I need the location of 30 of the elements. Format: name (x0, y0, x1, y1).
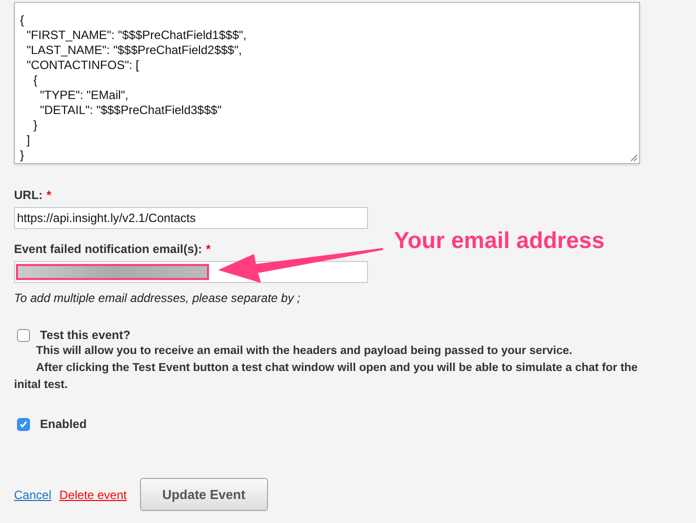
code-line: { (20, 13, 24, 28)
code-line: "DETAIL": "$$$PreChatField3$$$" (39, 103, 222, 118)
code-line: } (32, 118, 38, 133)
arrow-icon (216, 246, 384, 284)
code-line: ] (26, 133, 30, 148)
checkbox[interactable] (17, 328, 30, 342)
required-asterisk: * (46, 187, 52, 204)
hint-text: To add multiple email addresses, please separate by ; (14, 290, 300, 307)
update-event-button[interactable]: Update Event (140, 478, 268, 511)
code-line: "LAST_NAME": "$$$PreChatField2$$$", (26, 43, 242, 58)
description-text: This will allow you to receive an email with the headers and payload being passed to your service. (35, 344, 574, 359)
code-line: } (20, 148, 24, 163)
description-text: After clicking the Test Event button a test chat window will open and you will be able to simulate a chat for the inital test. (14, 361, 639, 393)
code-line: { (32, 73, 38, 88)
annotation-label: Your email address (394, 226, 604, 255)
code-line: "CONTACTINFOS": [ (26, 58, 139, 73)
required-asterisk: * (206, 241, 211, 258)
payload-text-area[interactable]: { "FIRST_NAME": "$$$PreChatField1$$$", "LAST_NAME": "$$$PreChatField2$$$", "CONTACTINFOS": [ { "TYPE": "EMail", "DETAIL": "$$$PreChatField3$$$" } ] } (14, 2, 640, 164)
url-field[interactable]: https://api.insight.ly/v2.1/Contacts (14, 207, 368, 229)
delete-event-link[interactable]: Delete event (59, 486, 127, 504)
code-line: "TYPE": "EMail", (39, 88, 128, 103)
checkmark-icon (19, 420, 28, 428)
checkbox-label: Enabled (40, 416, 87, 433)
field-label: Event failed notification email(s): (14, 241, 202, 258)
checkbox-label: Test this event? (40, 327, 130, 344)
checkbox[interactable] (17, 418, 30, 430)
resize-handle-icon[interactable] (630, 154, 638, 162)
cancel-link[interactable]: Cancel (14, 486, 52, 504)
field-label: URL: (14, 187, 43, 204)
code-line: "FIRST_NAME": "$$$PreChatField1$$$", (26, 28, 246, 43)
